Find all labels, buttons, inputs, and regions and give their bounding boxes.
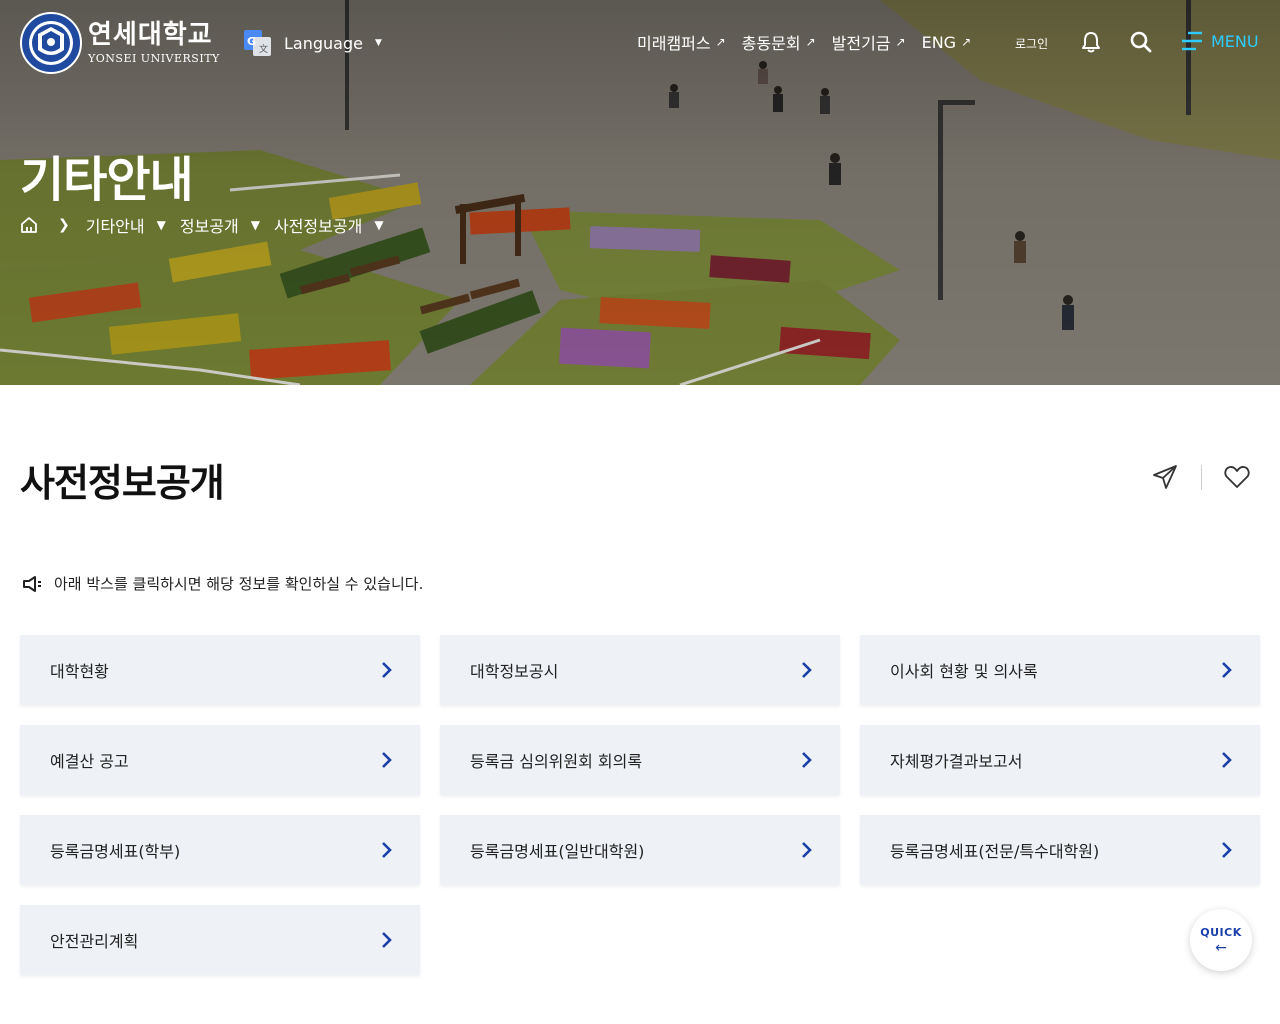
hero-title: 기타안내 bbox=[20, 152, 194, 208]
chevron-down-icon: ▼ bbox=[250, 218, 260, 232]
search-icon[interactable] bbox=[1130, 31, 1152, 53]
card-safety-plan[interactable]: 안전관리계획 bbox=[20, 905, 420, 975]
card-label: 등록금 심의위원회 회의록 bbox=[470, 752, 643, 771]
chevron-right-icon bbox=[802, 662, 812, 678]
chevron-down-icon: ▼ bbox=[156, 218, 166, 232]
nav-link-development-fund[interactable]: 발전기금 ↗ bbox=[832, 30, 906, 54]
heart-icon[interactable] bbox=[1224, 465, 1250, 489]
card-tuition-committee-minutes[interactable]: 등록금 심의위원회 회의록 bbox=[440, 725, 840, 795]
card-label: 안전관리계획 bbox=[50, 932, 139, 951]
card-self-evaluation-report[interactable]: 자체평가결과보고서 bbox=[860, 725, 1260, 795]
card-tuition-graduate[interactable]: 등록금명세표(일반대학원) bbox=[440, 815, 840, 885]
caret-down-icon: ▼ bbox=[374, 38, 382, 48]
card-tuition-professional[interactable]: 등록금명세표(전문/특수대학원) bbox=[860, 815, 1260, 885]
chevron-right-icon bbox=[802, 752, 812, 768]
page-title: 사전정보공개 bbox=[20, 461, 225, 505]
nav-link-english[interactable]: ENG ↗ bbox=[922, 33, 972, 52]
svg-text:文: 文 bbox=[259, 43, 268, 55]
breadcrumb-label: 사전정보공개 bbox=[273, 217, 363, 236]
card-label: 자체평가결과보고서 bbox=[890, 752, 1023, 771]
external-link-icon: ↗ bbox=[715, 35, 726, 49]
chevron-right-icon bbox=[1222, 842, 1232, 858]
card-university-status[interactable]: 대학현황 bbox=[20, 635, 420, 705]
nav-link-label: 미래캠퍼스 bbox=[637, 34, 711, 53]
google-translate-icon: G 文 bbox=[244, 30, 271, 56]
breadcrumb: ❯ 기타안내 ▼ 정보공개 ▼ 사전정보공개 ▼ bbox=[20, 213, 398, 237]
chevron-right-icon bbox=[382, 842, 392, 858]
chevron-right-icon bbox=[1222, 752, 1232, 768]
nav-link-future-campus[interactable]: 미래캠퍼스 ↗ bbox=[637, 30, 726, 54]
megaphone-icon bbox=[23, 575, 41, 592]
chevron-right-icon bbox=[1222, 662, 1232, 678]
card-budget-notice[interactable]: 예결산 공고 bbox=[20, 725, 420, 795]
external-link-icon: ↗ bbox=[961, 35, 972, 49]
nav-link-label: ENG bbox=[921, 32, 957, 52]
chevron-right-icon bbox=[382, 662, 392, 678]
top-nav: 미래캠퍼스 ↗ 총동문회 ↗ 발전기금 ↗ ENG ↗ bbox=[637, 30, 987, 54]
card-tuition-undergrad[interactable]: 등록금명세표(학부) bbox=[20, 815, 420, 885]
site-header: 연세대학교 YONSEI UNIVERSITY G 文 Language ▼ 미… bbox=[0, 0, 1280, 86]
card-label: 대학정보공시 bbox=[470, 662, 559, 681]
breadcrumb-item-other-info[interactable]: 기타안내 ▼ bbox=[86, 213, 166, 237]
language-label: Language bbox=[284, 33, 363, 53]
chevron-right-icon: ❯ bbox=[58, 217, 70, 233]
chevron-down-icon: ▼ bbox=[374, 218, 384, 232]
arrow-left-icon: ← bbox=[1215, 939, 1227, 956]
hamburger-icon bbox=[1182, 31, 1202, 51]
chevron-right-icon bbox=[382, 932, 392, 948]
quick-label: QUICK bbox=[1200, 925, 1242, 939]
brand-name-en: YONSEI UNIVERSITY bbox=[88, 52, 220, 65]
card-label: 예결산 공고 bbox=[50, 752, 129, 771]
nav-link-label: 총동문회 bbox=[741, 34, 801, 53]
home-icon[interactable] bbox=[20, 216, 38, 234]
bell-icon[interactable] bbox=[1080, 30, 1102, 54]
breadcrumb-item-disclosure[interactable]: 정보공개 ▼ bbox=[180, 213, 260, 237]
divider bbox=[1201, 465, 1202, 490]
yonsei-logo[interactable]: 연세대학교 YONSEI UNIVERSITY bbox=[20, 12, 220, 74]
breadcrumb-item-pre-disclosure[interactable]: 사전정보공개 ▼ bbox=[274, 213, 384, 237]
notice-text: 아래 박스를 클릭하시면 해당 정보를 확인하실 수 있습니다. bbox=[54, 575, 424, 593]
menu-button[interactable]: MENU bbox=[1180, 30, 1259, 52]
breadcrumb-label: 기타안내 bbox=[85, 217, 145, 236]
nav-link-label: 발전기금 bbox=[831, 34, 891, 53]
quick-menu-button[interactable]: QUICK ← bbox=[1190, 909, 1252, 971]
card-university-info-disclosure[interactable]: 대학정보공시 bbox=[440, 635, 840, 705]
card-label: 등록금명세표(전문/특수대학원) bbox=[890, 842, 1100, 861]
language-selector[interactable]: G 文 Language ▼ bbox=[244, 30, 382, 56]
brand-name-ko: 연세대학교 bbox=[88, 20, 213, 50]
external-link-icon: ↗ bbox=[805, 35, 816, 49]
card-label: 등록금명세표(일반대학원) bbox=[470, 842, 645, 861]
svg-text:G: G bbox=[247, 35, 256, 48]
menu-label: MENU bbox=[1211, 31, 1259, 51]
card-label: 대학현황 bbox=[50, 662, 109, 681]
notice: 아래 박스를 클릭하시면 해당 정보를 확인하실 수 있습니다. bbox=[22, 573, 423, 594]
share-icon[interactable] bbox=[1152, 464, 1178, 490]
external-link-icon: ↗ bbox=[895, 35, 906, 49]
chevron-right-icon bbox=[802, 842, 812, 858]
chevron-right-icon bbox=[382, 752, 392, 768]
login-link[interactable]: 로그인 bbox=[1015, 35, 1048, 52]
nav-link-alumni[interactable]: 총동문회 ↗ bbox=[742, 30, 816, 54]
breadcrumb-label: 정보공개 bbox=[179, 217, 239, 236]
card-board-minutes[interactable]: 이사회 현황 및 의사록 bbox=[860, 635, 1260, 705]
card-label: 이사회 현황 및 의사록 bbox=[890, 662, 1038, 681]
yonsei-seal-icon bbox=[20, 12, 82, 74]
card-label: 등록금명세표(학부) bbox=[50, 842, 181, 861]
